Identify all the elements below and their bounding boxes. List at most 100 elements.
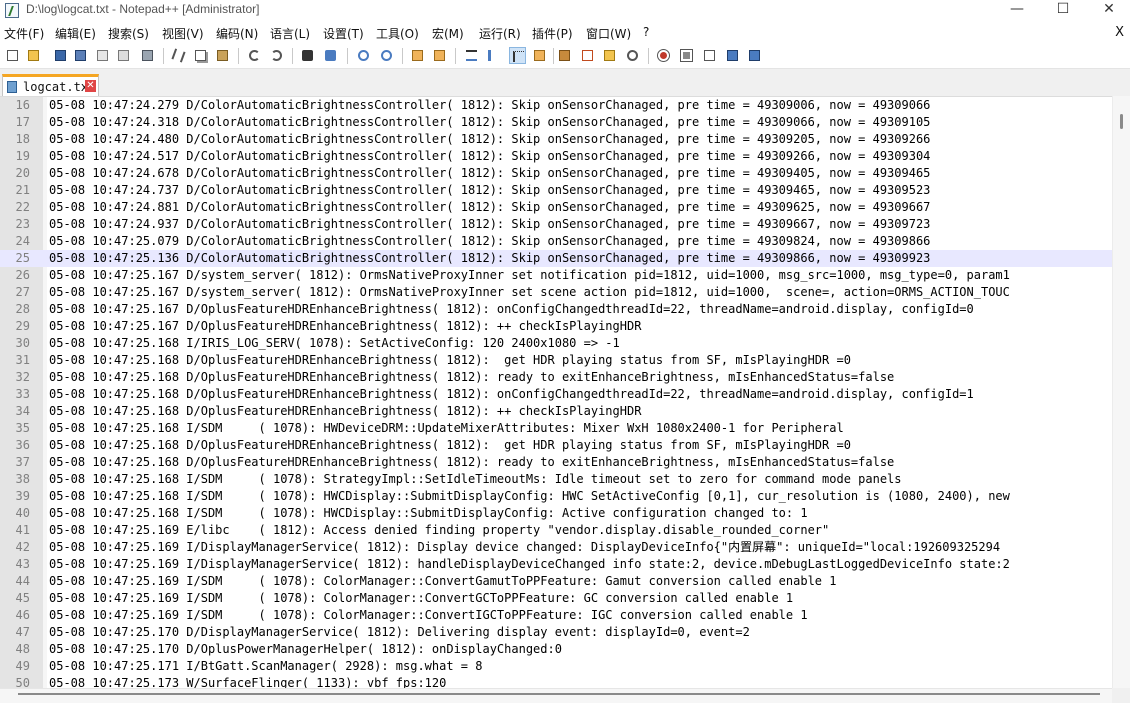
editor-line[interactable]: 19 05-08 10:47:24.517 D/ColorAutomaticBri…: [0, 148, 1112, 165]
menu-run[interactable]: 运行(R): [479, 25, 521, 42]
menu-search[interactable]: 搜索(S): [108, 25, 149, 42]
undo-icon[interactable]: [246, 47, 263, 64]
editor-line[interactable]: 30 05-08 10:47:25.168 I/IRIS_LOG_SERV( 10…: [0, 335, 1112, 352]
editor-line[interactable]: 35 05-08 10:47:25.168 I/SDM ( 1078): HWDe…: [0, 420, 1112, 437]
editor-line[interactable]: 40 05-08 10:47:25.168 I/SDM ( 1078): HWCD…: [0, 505, 1112, 522]
line-number: 28: [15, 302, 30, 316]
close-all-icon[interactable]: [115, 47, 132, 64]
editor-line[interactable]: 37 05-08 10:47:25.168 D/OplusFeatureHDREn…: [0, 454, 1112, 471]
redo-icon[interactable]: [268, 47, 285, 64]
editor-line[interactable]: 34 05-08 10:47:25.168 D/OplusFeatureHDREn…: [0, 403, 1112, 420]
tab-close-button[interactable]: ✕: [85, 80, 96, 92]
line-text: 05-08 10:47:25.168 D/OplusFeatureHDREnha…: [49, 404, 642, 418]
monitoring-icon[interactable]: [624, 47, 641, 64]
editor-line[interactable]: 38 05-08 10:47:25.168 I/SDM ( 1078): Stra…: [0, 471, 1112, 488]
editor-line[interactable]: 26 05-08 10:47:25.167 D/system_server( 18…: [0, 267, 1112, 284]
editor-line[interactable]: 25 05-08 10:47:25.136 D/ColorAutomaticBri…: [0, 250, 1112, 267]
folder-workspace-icon[interactable]: [601, 47, 618, 64]
line-text: 05-08 10:47:24.279 D/ColorAutomaticBrigh…: [49, 98, 931, 112]
editor-line[interactable]: 45 05-08 10:47:25.169 I/SDM ( 1078): Colo…: [0, 590, 1112, 607]
editor-line[interactable]: 32 05-08 10:47:25.168 D/OplusFeatureHDREn…: [0, 369, 1112, 386]
sync-horizontal-icon[interactable]: [431, 47, 448, 64]
editor-line[interactable]: 39 05-08 10:47:25.168 I/SDM ( 1078): HWCD…: [0, 488, 1112, 505]
function-list-icon[interactable]: [579, 47, 596, 64]
editor-line[interactable]: 28 05-08 10:47:25.167 D/OplusFeatureHDREn…: [0, 301, 1112, 318]
menu-window[interactable]: 窗口(W): [586, 25, 631, 42]
indent-guide-icon[interactable]: [509, 47, 526, 64]
horizontal-scrollbar[interactable]: [0, 688, 1112, 703]
menu-edit[interactable]: 编辑(E): [55, 25, 96, 42]
line-text: 05-08 10:47:25.170 D/OplusPowerManagerHe…: [49, 642, 562, 656]
line-number: 29: [15, 319, 30, 333]
line-number: 21: [15, 183, 30, 197]
editor-line[interactable]: 17 05-08 10:47:24.318 D/ColorAutomaticBri…: [0, 114, 1112, 131]
replace-icon[interactable]: [322, 47, 339, 64]
editor-line[interactable]: 36 05-08 10:47:25.168 D/OplusFeatureHDREn…: [0, 437, 1112, 454]
editor-line[interactable]: 42 05-08 10:47:25.169 I/DisplayManagerSer…: [0, 539, 1112, 556]
stop-macro-icon[interactable]: [678, 47, 695, 64]
editor-line[interactable]: 33 05-08 10:47:25.168 D/OplusFeatureHDREn…: [0, 386, 1112, 403]
editor-line[interactable]: 41 05-08 10:47:25.169 E/libc ( 1812): Acc…: [0, 522, 1112, 539]
open-file-icon[interactable]: [25, 47, 42, 64]
menu-tools[interactable]: 工具(O): [376, 25, 419, 42]
sync-vertical-icon[interactable]: [409, 47, 426, 64]
editor-line[interactable]: 43 05-08 10:47:25.169 I/DisplayManagerSer…: [0, 556, 1112, 573]
run-macro-multiple-icon[interactable]: [724, 47, 741, 64]
editor-line[interactable]: 44 05-08 10:47:25.169 I/SDM ( 1078): Colo…: [0, 573, 1112, 590]
vertical-scroll-thumb[interactable]: [1120, 114, 1123, 129]
editor-line[interactable]: 46 05-08 10:47:25.169 I/SDM ( 1078): Colo…: [0, 607, 1112, 624]
copy-icon[interactable]: [192, 47, 209, 64]
close-icon[interactable]: [94, 47, 111, 64]
save-all-icon[interactable]: [72, 47, 89, 64]
menu-file[interactable]: 文件(F): [4, 25, 44, 42]
close-window-button[interactable]: ✕: [1086, 0, 1130, 22]
editor-line[interactable]: 50 05-08 10:47:25.173 W/SurfaceFlinger( 1…: [0, 675, 1112, 688]
editor-line[interactable]: 23 05-08 10:47:24.937 D/ColorAutomaticBri…: [0, 216, 1112, 233]
show-all-chars-icon[interactable]: [485, 47, 502, 64]
editor-line[interactable]: 20 05-08 10:47:24.678 D/ColorAutomaticBri…: [0, 165, 1112, 182]
play-macro-icon[interactable]: [701, 47, 718, 64]
tab-logcat[interactable]: logcat.txt ✕: [2, 74, 99, 97]
word-wrap-icon[interactable]: [463, 47, 480, 64]
menu-macro[interactable]: 宏(M): [432, 25, 464, 42]
horizontal-scroll-thumb[interactable]: [18, 693, 1100, 695]
save-macro-icon[interactable]: [746, 47, 763, 64]
line-number: 26: [15, 268, 30, 282]
zoom-in-icon[interactable]: [355, 47, 372, 64]
editor-area[interactable]: 16 05-08 10:47:24.279 D/ColorAutomaticBri…: [0, 96, 1130, 688]
find-icon[interactable]: [299, 47, 316, 64]
line-number: 33: [15, 387, 30, 401]
doc-map-icon[interactable]: [556, 47, 573, 64]
editor-line[interactable]: 29 05-08 10:47:25.167 D/OplusFeatureHDREn…: [0, 318, 1112, 335]
cut-icon[interactable]: [170, 47, 187, 64]
editor-line[interactable]: 21 05-08 10:47:24.737 D/ColorAutomaticBri…: [0, 182, 1112, 199]
language-icon[interactable]: [531, 47, 548, 64]
close-document-button[interactable]: X: [1115, 25, 1124, 40]
menu-help[interactable]: ?: [643, 25, 649, 39]
editor-line[interactable]: 31 05-08 10:47:25.168 D/OplusFeatureHDREn…: [0, 352, 1112, 369]
editor-line[interactable]: 27 05-08 10:47:25.167 D/system_server( 18…: [0, 284, 1112, 301]
menu-encoding[interactable]: 编码(N): [216, 25, 258, 42]
paste-icon[interactable]: [214, 47, 231, 64]
menu-language[interactable]: 语言(L): [270, 25, 310, 42]
editor-line[interactable]: 48 05-08 10:47:25.170 D/OplusPowerManager…: [0, 641, 1112, 658]
line-text: 05-08 10:47:25.168 D/OplusFeatureHDREnha…: [49, 438, 851, 452]
menu-view[interactable]: 视图(V): [162, 25, 204, 42]
editor-line[interactable]: 47 05-08 10:47:25.170 D/DisplayManagerSer…: [0, 624, 1112, 641]
record-macro-icon[interactable]: [655, 47, 672, 64]
editor-line[interactable]: 24 05-08 10:47:25.079 D/ColorAutomaticBri…: [0, 233, 1112, 250]
vertical-scrollbar[interactable]: [1112, 96, 1130, 688]
menu-settings[interactable]: 设置(T): [323, 25, 364, 42]
print-icon[interactable]: [139, 47, 156, 64]
editor-line[interactable]: 22 05-08 10:47:24.881 D/ColorAutomaticBri…: [0, 199, 1112, 216]
save-icon[interactable]: [52, 47, 69, 64]
editor-line[interactable]: 18 05-08 10:47:24.480 D/ColorAutomaticBri…: [0, 131, 1112, 148]
editor-line[interactable]: 49 05-08 10:47:25.171 I/BtGatt.ScanManage…: [0, 658, 1112, 675]
new-file-icon[interactable]: [4, 47, 21, 64]
minimize-button[interactable]: —: [994, 0, 1040, 22]
maximize-button[interactable]: ☐: [1040, 0, 1086, 22]
zoom-out-icon[interactable]: [378, 47, 395, 64]
menu-plugins[interactable]: 插件(P): [532, 25, 573, 42]
line-number: 38: [15, 472, 30, 486]
editor-line[interactable]: 16 05-08 10:47:24.279 D/ColorAutomaticBri…: [0, 97, 1112, 114]
